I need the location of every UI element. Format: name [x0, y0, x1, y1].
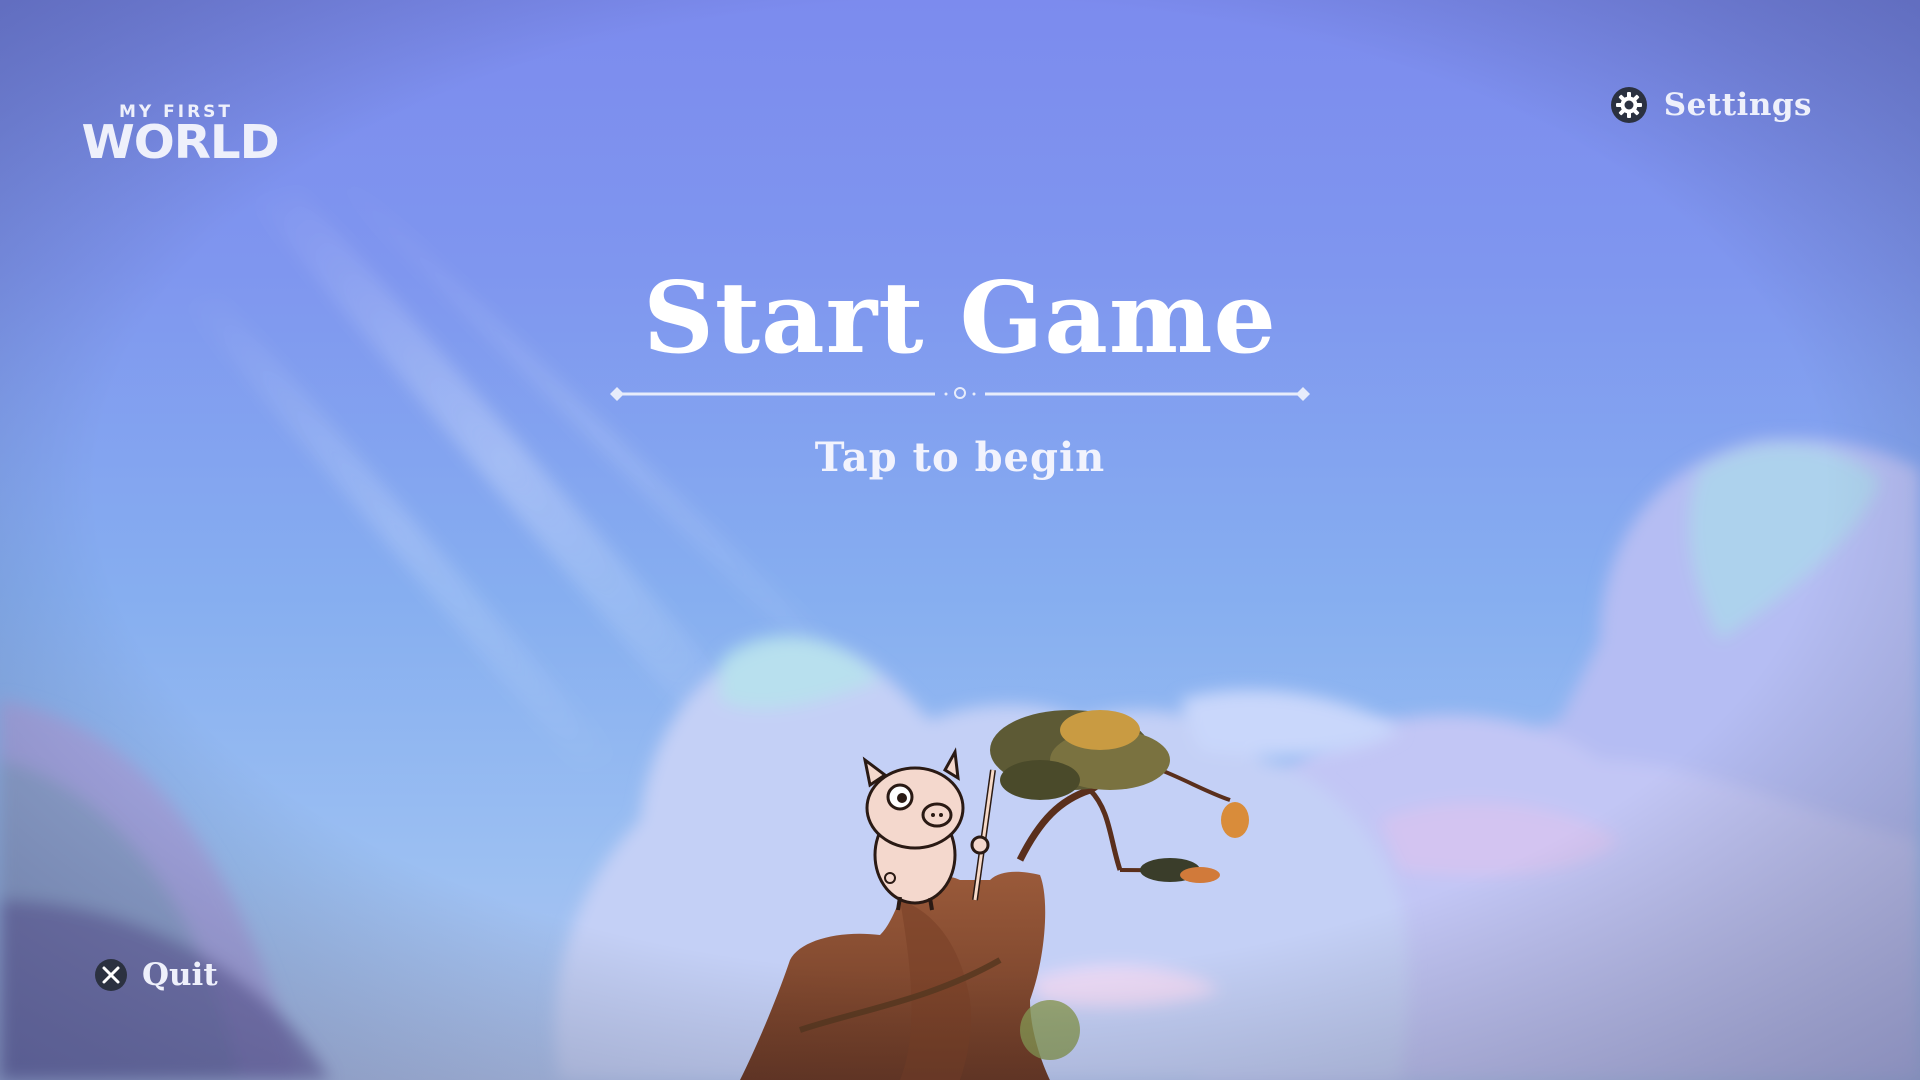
settings-label: Settings: [1663, 87, 1812, 123]
start-game-title[interactable]: Start Game: [0, 270, 1920, 368]
background-artwork: [0, 0, 1920, 1080]
quit-label: Quit: [142, 957, 218, 993]
title-screen[interactable]: MY FIRST WORLD Settings Start Game Tap t…: [0, 0, 1920, 1080]
logo-line-2: WORLD: [81, 115, 280, 169]
ornamental-divider: [610, 387, 1310, 401]
cross-button-icon: [95, 959, 127, 991]
tap-to-begin-prompt[interactable]: Tap to begin: [0, 438, 1920, 478]
gear-icon: [1610, 87, 1647, 123]
quit-button[interactable]: Quit: [94, 957, 218, 993]
start-game-panel[interactable]: Start Game Tap to begin: [0, 270, 1920, 478]
game-logo: MY FIRST WORLD: [82, 104, 280, 168]
settings-button[interactable]: Settings: [1610, 86, 1812, 124]
